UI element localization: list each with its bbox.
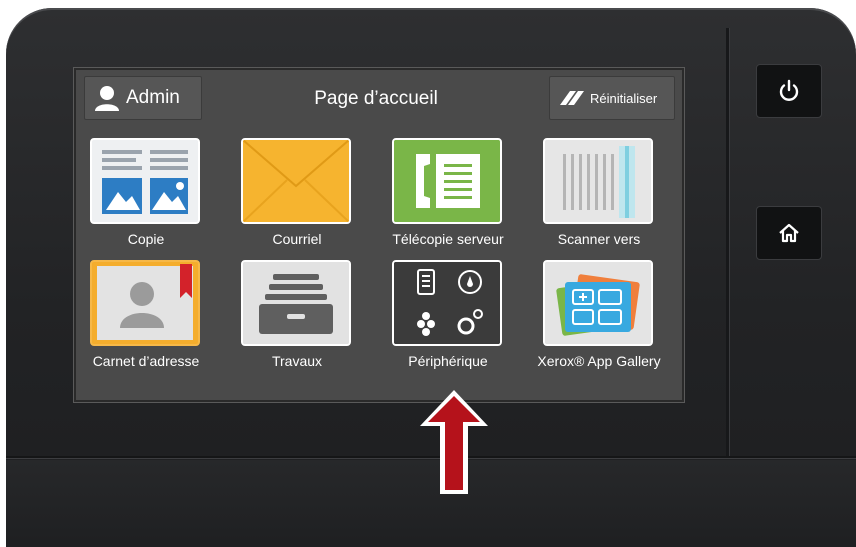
- app-tile-address-book[interactable]: Carnet d’adresse: [78, 260, 214, 380]
- app-label: Copie: [127, 231, 165, 247]
- app-label: Périphérique: [408, 353, 488, 369]
- eraser-icon: [560, 91, 584, 105]
- home-button[interactable]: [756, 206, 822, 260]
- top-bar: Admin Page d’accueil Réinitialiser: [76, 70, 682, 130]
- page-title: Page d’accueil: [314, 88, 438, 109]
- copy-icon: [90, 138, 200, 224]
- touch-screen: Admin Page d’accueil Réinitialiser Copie…: [74, 68, 684, 402]
- bezel-divider-vertical: [726, 28, 730, 458]
- app-label: Carnet d’adresse: [92, 353, 200, 369]
- jobs-tray-icon: [241, 260, 351, 346]
- app-tile-jobs[interactable]: Travaux: [229, 260, 365, 380]
- device-icon: [392, 260, 502, 346]
- address-book-icon: [90, 260, 200, 346]
- app-gallery-icon: [543, 260, 653, 346]
- user-icon: [95, 86, 119, 111]
- app-label: Télécopie serveur: [392, 231, 504, 247]
- admin-label: Admin: [126, 87, 180, 108]
- power-icon: [779, 79, 799, 101]
- app-tile-email[interactable]: Courriel: [229, 138, 365, 258]
- app-label: Scanner vers: [557, 231, 641, 247]
- scan-to-icon: [543, 138, 653, 224]
- server-fax-icon: [392, 138, 502, 224]
- app-label: Travaux: [271, 353, 323, 369]
- app-tile-app-gallery[interactable]: Xerox® App Gallery: [531, 260, 667, 380]
- app-tile-server-fax[interactable]: Télécopie serveur: [380, 138, 516, 258]
- home-icon: [779, 223, 799, 243]
- email-envelope-icon: [241, 138, 351, 224]
- app-label: Xerox® App Gallery: [537, 353, 661, 369]
- app-tile-copy[interactable]: Copie: [78, 138, 214, 258]
- app-tile-scan-to[interactable]: Scanner vers: [531, 138, 667, 258]
- app-label: Courriel: [272, 231, 322, 247]
- app-tile-device[interactable]: Périphérique: [380, 260, 516, 380]
- reset-label: Réinitialiser: [590, 90, 658, 106]
- reset-button[interactable]: Réinitialiser: [549, 76, 675, 120]
- admin-button[interactable]: Admin: [84, 76, 202, 120]
- power-button[interactable]: [756, 64, 822, 118]
- up-arrow-icon: [420, 390, 488, 494]
